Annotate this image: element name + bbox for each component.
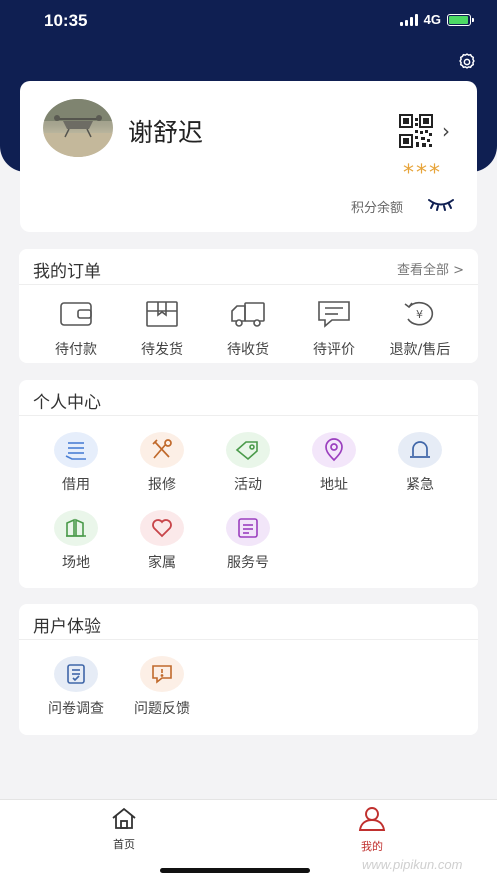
heart-icon [152,519,172,538]
ux-label: 问卷调查 [48,701,104,717]
watermark: www.pipikun.com [362,857,463,872]
personal-center-title: 个人中心 [33,393,101,413]
location-icon [325,438,343,462]
alarm-icon [410,441,430,458]
borrow-icon [65,442,86,460]
order-refund[interactable]: ¥ 退款/售后 [377,299,463,359]
service-activity[interactable]: 活动 [205,432,291,494]
orders-header: 我的订单 查看全部 > [19,249,478,285]
network-type: 4G [423,12,441,27]
stars-rating: *** [403,161,442,186]
service-address[interactable]: 地址 [291,432,377,494]
service-icon [238,518,258,538]
status-time: 10:35 [44,11,88,30]
eye-closed-icon[interactable] [427,197,455,211]
tab-home[interactable]: 首页 [94,806,154,852]
tag-icon [235,441,258,461]
comment-icon [318,301,350,328]
truck-icon [231,302,265,327]
service-venue[interactable]: 场地 [33,510,119,572]
avatar[interactable] [43,99,113,157]
wallet-icon [60,302,92,326]
order-item-label: 待收货 [227,342,269,358]
chevron-right-icon[interactable]: › [442,119,450,143]
service-repair[interactable]: 报修 [119,432,205,494]
user-icon [358,807,386,831]
orders-card: 我的订单 查看全部 > 待付款 待发货 待收货 待评价 ¥ 退款/售后 [19,249,478,363]
order-item-label: 待付款 [55,342,97,358]
order-pending-payment[interactable]: 待付款 [33,299,119,359]
svg-text:¥: ¥ [416,308,423,321]
status-indicators: 4G [399,12,474,27]
qr-code-icon[interactable] [399,114,433,148]
service-emergency[interactable]: 紧急 [377,432,463,494]
personal-center-card: 个人中心 借用 报修 活动 地址 紧急 场地 家属 服务号 [19,380,478,588]
survey-icon [67,664,85,684]
battery-icon [447,13,474,26]
user-experience-title: 用户体验 [33,617,101,637]
home-icon [112,807,136,829]
signal-icon [399,13,418,26]
home-indicator [160,868,310,873]
order-pending-shipment[interactable]: 待发货 [119,299,205,359]
user-experience-header: 用户体验 [19,604,478,640]
survey-entry[interactable]: 问卷调查 [33,656,119,718]
tab-mine[interactable]: 我的 [342,806,402,854]
service-label: 活动 [234,477,262,493]
view-all-orders-link[interactable]: 查看全部 > [397,259,464,278]
service-label: 场地 [62,555,90,571]
order-item-label: 待发货 [141,342,183,358]
profile-card: 谢舒迟 › *** 积分余额 [20,81,477,232]
service-label: 借用 [62,477,90,493]
order-pending-review[interactable]: 待评价 [291,299,377,359]
service-borrow[interactable]: 借用 [33,432,119,494]
orders-title: 我的订单 [33,262,101,282]
service-label: 服务号 [227,555,269,571]
status-bar: 10:35 4G [0,0,497,44]
tab-mine-label: 我的 [361,840,383,853]
venue-icon [66,518,86,537]
service-label: 家属 [148,555,176,571]
personal-center-header: 个人中心 [19,380,478,416]
service-label: 报修 [148,477,176,493]
service-family[interactable]: 家属 [119,510,205,572]
feedback-icon [152,665,172,684]
order-item-label: 退款/售后 [389,342,451,358]
tab-home-label: 首页 [113,838,135,851]
feedback-entry[interactable]: 问题反馈 [119,656,205,718]
order-item-label: 待评价 [313,342,355,358]
service-label: 地址 [320,477,348,493]
package-icon [146,301,178,327]
points-balance-label: 积分余额 [351,201,404,216]
refund-icon: ¥ [404,301,434,326]
settings-gear-icon[interactable] [457,52,477,72]
repair-icon [152,439,172,459]
service-account[interactable]: 服务号 [205,510,291,572]
service-label: 紧急 [406,477,434,493]
order-pending-receipt[interactable]: 待收货 [205,299,291,359]
ux-label: 问题反馈 [134,701,190,717]
user-experience-card: 用户体验 问卷调查 问题反馈 [19,604,478,735]
user-name: 谢舒迟 [128,118,204,147]
